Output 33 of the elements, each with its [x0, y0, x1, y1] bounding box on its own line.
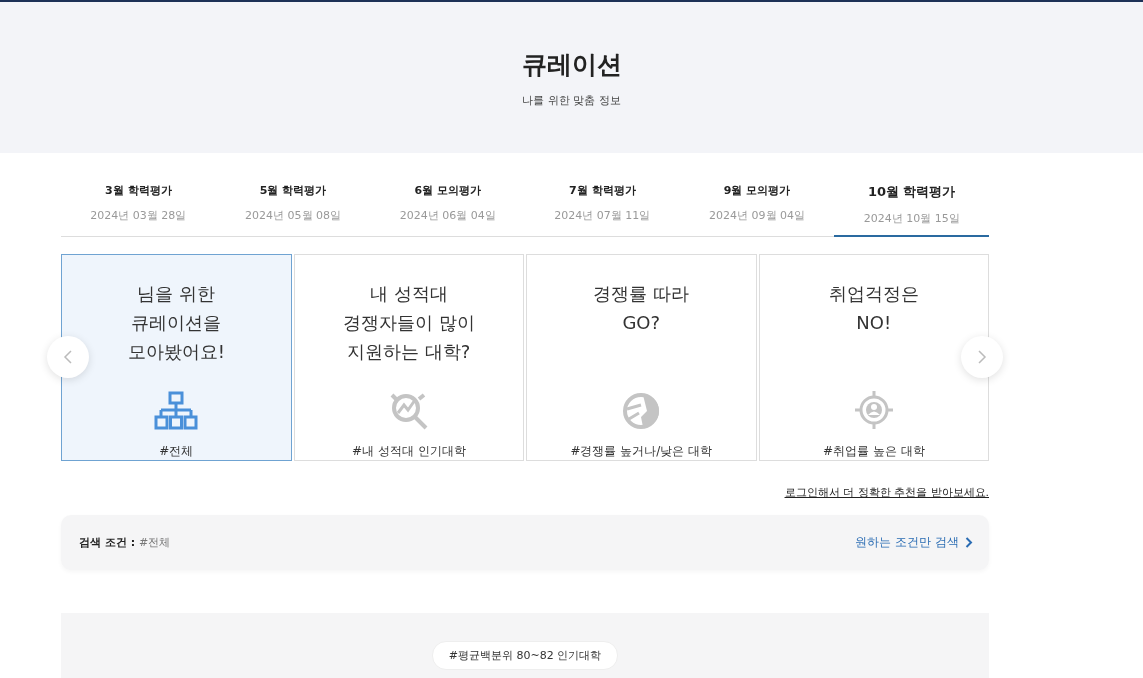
exam-tab[interactable]: 7월 학력평가 2024년 07월 11일	[525, 175, 680, 237]
chevron-right-icon	[965, 537, 973, 548]
exam-tab[interactable]: 6월 모의평가 2024년 06월 04일	[370, 175, 525, 237]
card-hashtag: #취업률 높은 대학	[822, 443, 925, 460]
chevron-right-icon	[977, 349, 987, 365]
condition-label: 검색 조건 :	[79, 535, 136, 550]
card-hashtag: #경쟁률 높거나/낮은 대학	[570, 443, 713, 460]
hierarchy-icon	[154, 391, 199, 431]
exam-tab[interactable]: 9월 모의평가 2024년 09월 04일	[679, 175, 835, 237]
exam-tab[interactable]: 10월 학력평가 2024년 10월 15일	[834, 175, 990, 237]
curation-card[interactable]: 취업걱정은 NO! #취업률 높은 대학	[758, 254, 989, 461]
result-hashtag: #평균백분위 80~82 인기대학	[431, 641, 619, 670]
page-subtitle: 나를 위한 맞춤 정보	[522, 93, 621, 108]
page-title: 큐레이션	[521, 49, 622, 81]
filter-search-link[interactable]: 원하는 조건만 검색	[855, 534, 973, 551]
condition-value: #전체	[139, 535, 171, 550]
chevron-left-icon	[63, 349, 73, 365]
card-title: 님을 위한 큐레이션을 모아봤어요!	[127, 282, 225, 364]
exam-tab[interactable]: 3월 학력평가 2024년 03월 28일	[61, 175, 216, 237]
next-button[interactable]	[961, 336, 1003, 378]
login-link[interactable]: 로그인해서 더 정확한 추천을 받아보세요.	[784, 485, 989, 500]
card-title: 경쟁률 따라 GO?	[593, 282, 690, 335]
exam-tab[interactable]: 5월 학력평가 2024년 05월 08일	[215, 175, 371, 237]
card-title: 취업걱정은 NO!	[828, 282, 919, 335]
curation-card[interactable]: 님을 위한 큐레이션을 모아봤어요! #전체	[61, 254, 292, 461]
curation-card[interactable]: 경쟁률 따라 GO? #경쟁률 높거나/낮은 대학	[526, 254, 757, 461]
target-person-icon	[852, 389, 895, 431]
card-hashtag: #내 성적대 인기대학	[351, 443, 466, 460]
previous-button[interactable]	[47, 336, 89, 378]
pie-chart-icon	[621, 391, 662, 431]
curation-card[interactable]: 내 성적대 경쟁자들이 많이 지원하는 대학? #내 성적대 인기대학	[293, 254, 524, 461]
card-title: 내 성적대 경쟁자들이 많이 지원하는 대학?	[342, 282, 475, 364]
card-hashtag: #전체	[159, 443, 194, 460]
